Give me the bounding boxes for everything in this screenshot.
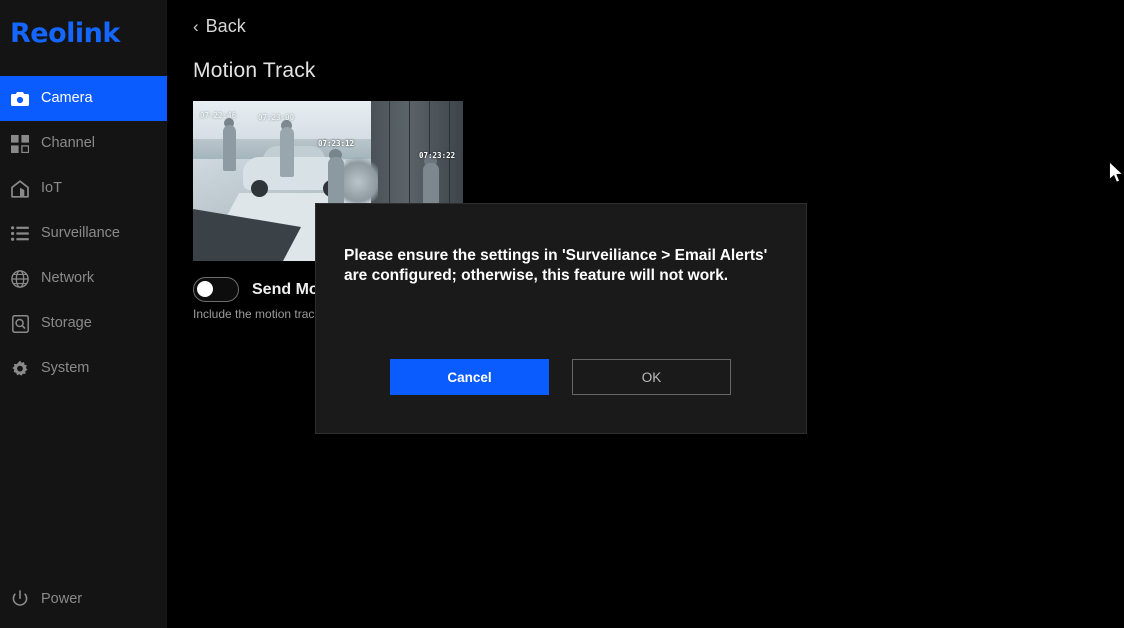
sidebar-item-network[interactable]: Network [0, 256, 167, 301]
globe-icon [9, 268, 31, 290]
toggle-knob [197, 281, 213, 297]
sidebar-item-surveillance[interactable]: Surveillance [0, 211, 167, 256]
sidebar-item-label: Network [41, 270, 95, 287]
camera-icon [9, 88, 31, 110]
mouse-pointer-icon [1109, 161, 1124, 190]
thumbnail-timestamp: 07:22:46 [200, 111, 237, 120]
thumbnail-timestamp: 07:23:00 [258, 113, 295, 122]
thumbnail-person [280, 127, 294, 177]
back-label: Back [205, 16, 246, 36]
cancel-button[interactable]: Cancel [390, 359, 549, 395]
disk-search-icon [9, 313, 31, 335]
chevron-left-icon: ‹ [193, 17, 199, 36]
sidebar-item-storage[interactable]: Storage [0, 301, 167, 346]
thumbnail-car-wheel [251, 180, 268, 197]
thumbnail-timestamp: 07:23:22 [419, 151, 456, 160]
gear-icon [9, 358, 31, 380]
dialog-message: Please ensure the settings in 'Surveilia… [344, 247, 768, 285]
sidebar-item-label: Power [41, 590, 83, 607]
sidebar: Reolink Camera Channel IoT Surveillance … [0, 0, 167, 628]
sidebar-item-label: Surveillance [41, 225, 120, 242]
back-button[interactable]: ‹ Back [193, 16, 246, 37]
send-motion-track-toggle[interactable] [193, 277, 239, 302]
page-title: Motion Track [193, 59, 316, 82]
sidebar-item-iot[interactable]: IoT [0, 166, 167, 211]
sidebar-item-system[interactable]: System [0, 346, 167, 391]
confirmation-dialog: Please ensure the settings in 'Surveilia… [315, 203, 807, 434]
home-icon [9, 178, 31, 200]
ok-button[interactable]: OK [572, 359, 731, 395]
reolink-logo: Reolink [10, 18, 120, 49]
dialog-button-row: Cancel OK [316, 359, 808, 395]
power-icon [9, 588, 31, 610]
sidebar-item-label: System [41, 360, 90, 377]
sidebar-item-label: Channel [41, 135, 96, 152]
sidebar-item-power[interactable]: Power [0, 579, 167, 619]
list-icon [9, 223, 31, 245]
sidebar-item-label: Camera [41, 90, 93, 107]
thumbnail-person [223, 125, 236, 171]
sidebar-item-camera[interactable]: Camera [0, 76, 167, 121]
sidebar-item-label: Storage [41, 315, 92, 332]
sidebar-item-label: IoT [41, 180, 62, 197]
thumbnail-timestamp: 07:23:12 [318, 139, 355, 148]
grid-icon [9, 133, 31, 155]
sidebar-item-channel[interactable]: Channel [0, 121, 167, 166]
